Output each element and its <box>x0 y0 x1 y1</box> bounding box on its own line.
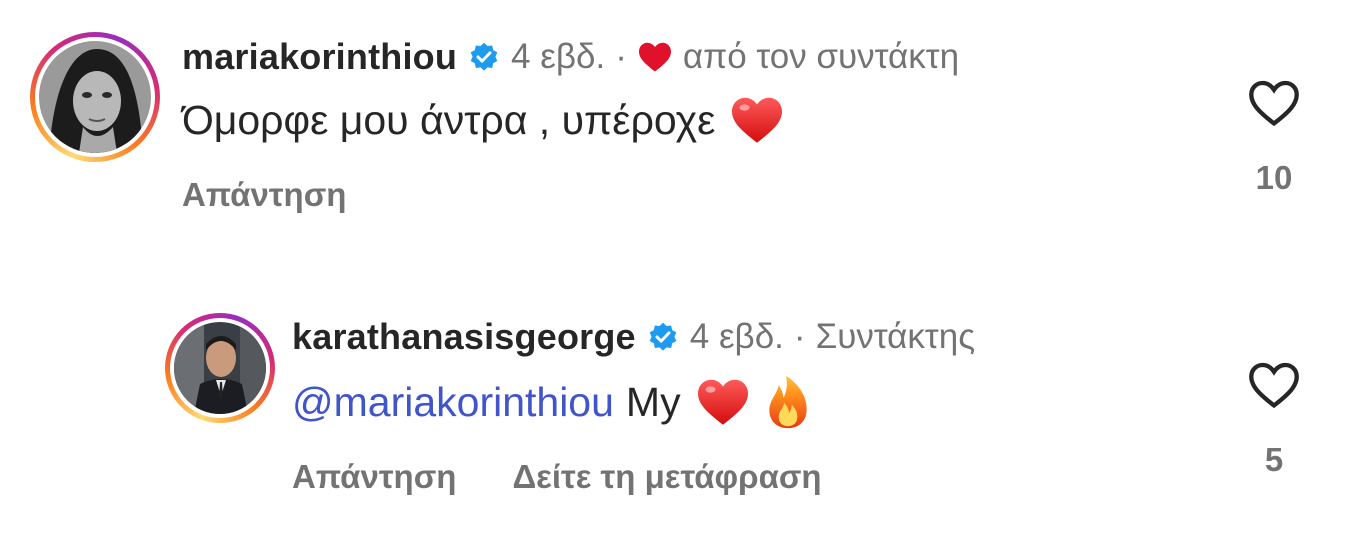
reply-button[interactable]: Απάντηση <box>182 176 346 214</box>
verified-badge-icon <box>648 322 678 352</box>
separator-dot: · <box>793 317 806 356</box>
avatar-story-ring[interactable] <box>30 32 160 162</box>
like-count[interactable]: 5 <box>1265 441 1283 479</box>
comment-timestamp[interactable]: 4 εβδ. <box>690 317 784 357</box>
separator-dot: · <box>615 37 627 76</box>
liked-by-author-label: από τον συντάκτη <box>682 37 960 76</box>
avatar <box>174 322 266 414</box>
like-count[interactable]: 10 <box>1256 159 1293 197</box>
avatar-story-ring[interactable] <box>165 313 275 423</box>
comment-username[interactable]: mariakorinthiou <box>182 36 457 78</box>
mention-link[interactable]: @mariakorinthiou <box>292 379 614 426</box>
see-translation-button[interactable]: Δείτε τη μετάφραση <box>512 458 821 496</box>
avatar <box>39 41 151 153</box>
reply-button[interactable]: Απάντηση <box>292 458 456 496</box>
like-heart-outline-icon[interactable] <box>1246 78 1302 133</box>
comment-username[interactable]: karathanasisgeorge <box>292 316 636 358</box>
red-heart-emoji-icon <box>695 377 751 427</box>
avatar-woman-bw-icon <box>39 41 151 153</box>
avatar-man-suit-icon <box>174 322 266 414</box>
like-heart-outline-icon[interactable] <box>1246 360 1302 415</box>
red-heart-emoji-icon <box>729 95 785 145</box>
comment-text: My <box>625 378 681 425</box>
comment-text: Όμορφε μου άντρα , υπέροχε <box>182 96 716 143</box>
verified-badge-icon <box>469 42 499 72</box>
fire-emoji-icon <box>765 374 811 430</box>
author-label: Συντάκτης <box>815 317 976 356</box>
comment-timestamp[interactable]: 4 εβδ. <box>511 37 605 77</box>
heart-icon <box>637 41 673 73</box>
